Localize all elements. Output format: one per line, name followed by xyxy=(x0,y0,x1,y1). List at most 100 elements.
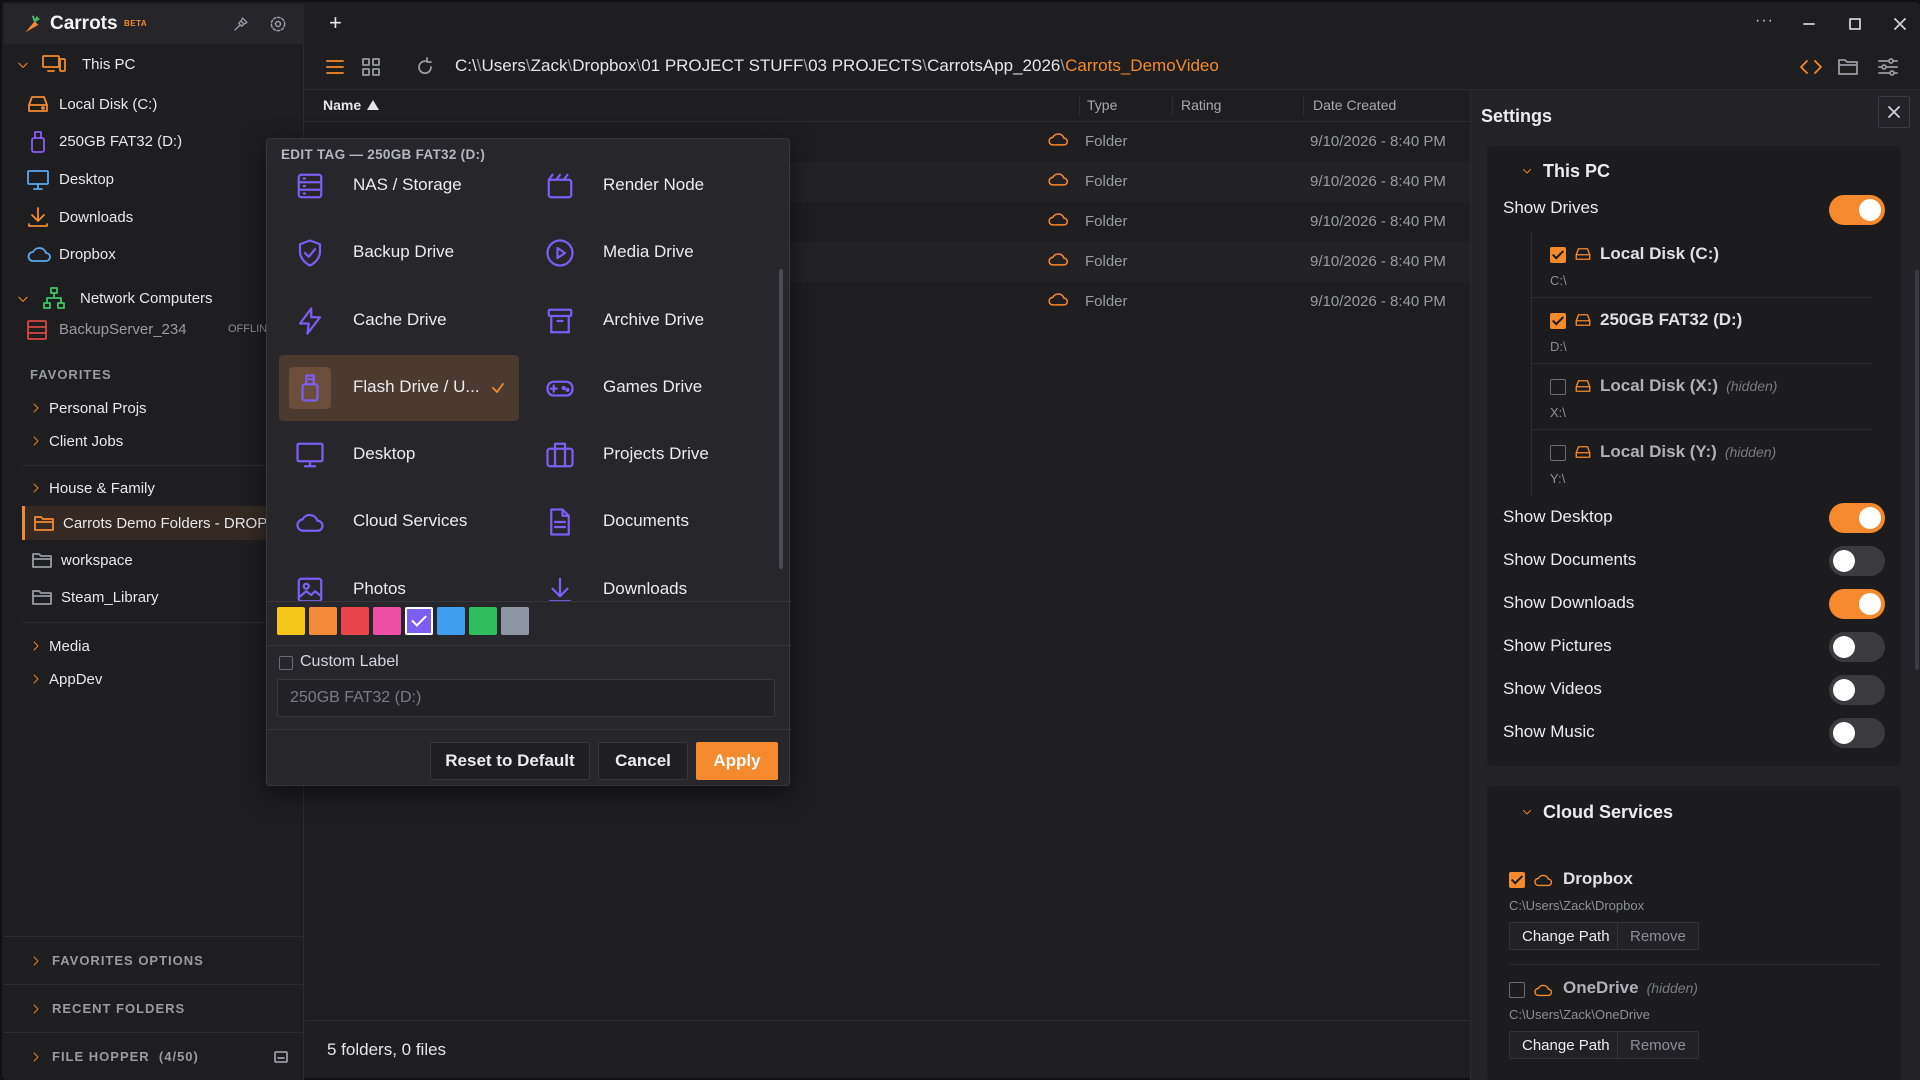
sidebar-item-drive-d[interactable]: 250GB FAT32 (D:) xyxy=(4,124,304,158)
breadcrumb-item[interactable]: C:\ xyxy=(455,56,477,75)
breadcrumb-item[interactable]: CarrotsApp_2026 xyxy=(927,56,1060,75)
gear-icon[interactable] xyxy=(268,14,288,34)
tag-option[interactable]: Cache Drive xyxy=(279,288,519,354)
favorite-folder[interactable]: workspace xyxy=(4,543,304,577)
chevron-down-icon[interactable] xyxy=(1521,165,1533,177)
column-header-date[interactable]: Date Created xyxy=(1313,90,1396,120)
tag-option[interactable]: Render Node xyxy=(529,161,769,219)
sidebar-item-dropbox[interactable]: Dropbox xyxy=(4,237,304,271)
favorite-group[interactable]: House & Family xyxy=(4,471,304,505)
sidebar-item-backup-server[interactable]: BackupServer_234 OFFLINE xyxy=(4,312,304,346)
reset-to-default-button[interactable]: Reset to Default xyxy=(430,742,590,780)
drive-checkbox[interactable] xyxy=(1550,445,1566,461)
close-icon[interactable] xyxy=(1893,17,1907,31)
favorite-folder[interactable]: Steam_Library xyxy=(4,580,304,614)
favorite-group[interactable]: Client Jobs xyxy=(4,424,304,458)
tag-option[interactable]: Desktop xyxy=(279,422,519,488)
color-swatch-pink[interactable] xyxy=(373,607,401,635)
breadcrumb-item[interactable]: Dropbox xyxy=(572,56,636,75)
cloud-checkbox[interactable] xyxy=(1509,872,1525,888)
tag-grid-scrollbar[interactable] xyxy=(779,269,783,569)
code-icon[interactable] xyxy=(1799,57,1823,77)
show-documents-toggle[interactable] xyxy=(1829,546,1885,576)
color-swatch-yellow[interactable] xyxy=(277,607,305,635)
show-desktop-toggle[interactable] xyxy=(1829,503,1885,533)
tag-option-selected[interactable]: Flash Drive / U... xyxy=(279,355,519,421)
breadcrumb-item[interactable]: 03 PROJECTS xyxy=(808,56,922,75)
color-swatch-gray[interactable] xyxy=(501,607,529,635)
show-music-label: Show Music xyxy=(1503,722,1595,741)
tag-option[interactable]: Downloads xyxy=(529,557,769,601)
column-header-type[interactable]: Type xyxy=(1087,90,1117,120)
close-settings-button[interactable] xyxy=(1878,96,1910,128)
drive-checkbox[interactable] xyxy=(1550,247,1566,263)
sidebar: Carrots BETA This PC Local Disk (C:) 250… xyxy=(4,4,304,1080)
more-options-button[interactable]: ··· xyxy=(1755,12,1774,30)
custom-label-checkbox[interactable] xyxy=(279,656,293,670)
favorite-folder-active[interactable]: Carrots Demo Folders - DROPBOX xyxy=(22,506,304,540)
show-music-toggle[interactable] xyxy=(1829,718,1885,748)
cloud-checkbox[interactable] xyxy=(1509,982,1525,998)
tag-option[interactable]: Games Drive xyxy=(529,355,769,421)
breadcrumb-item[interactable]: 01 PROJECT STUFF xyxy=(641,56,803,75)
cancel-button[interactable]: Cancel xyxy=(598,742,688,780)
sidebar-item-desktop[interactable]: Desktop xyxy=(4,162,304,196)
tag-option[interactable]: Cloud Services xyxy=(279,489,519,555)
sidebar-item-downloads[interactable]: Downloads xyxy=(4,200,304,234)
refresh-icon[interactable] xyxy=(415,57,435,77)
color-swatches xyxy=(277,607,529,635)
color-swatch-blue[interactable] xyxy=(437,607,465,635)
change-path-button[interactable]: Change Path xyxy=(1509,922,1623,950)
show-videos-toggle[interactable] xyxy=(1829,675,1885,705)
column-header-name[interactable]: Name xyxy=(323,90,380,120)
drive-checkbox[interactable] xyxy=(1550,379,1566,395)
color-swatch-red[interactable] xyxy=(341,607,369,635)
favorites-options[interactable]: FAVORITES OPTIONS xyxy=(4,936,304,984)
tag-option[interactable]: Backup Drive xyxy=(279,220,519,286)
sliders-icon[interactable] xyxy=(1877,57,1899,77)
color-swatch-green[interactable] xyxy=(469,607,497,635)
column-header-rating[interactable]: Rating xyxy=(1181,90,1221,120)
breadcrumb-item[interactable]: Zack xyxy=(531,56,568,75)
grid-view-icon[interactable] xyxy=(361,57,381,77)
show-pictures-toggle[interactable] xyxy=(1829,632,1885,662)
sidebar-item-this-pc[interactable]: This PC xyxy=(4,47,304,81)
tag-option[interactable]: Documents xyxy=(529,489,769,555)
minimize-panel-icon[interactable] xyxy=(274,1051,288,1063)
new-tab-button[interactable]: + xyxy=(329,10,342,36)
tag-label: Backup Drive xyxy=(353,242,455,261)
show-downloads-toggle[interactable] xyxy=(1829,589,1885,619)
apply-button[interactable]: Apply xyxy=(696,742,778,780)
color-swatch-orange[interactable] xyxy=(309,607,337,635)
minimize-icon[interactable] xyxy=(1802,17,1816,31)
list-view-icon[interactable] xyxy=(325,58,345,76)
remove-button[interactable]: Remove xyxy=(1617,922,1699,950)
breadcrumb-item[interactable]: Users xyxy=(481,56,525,75)
edit-tag-popover: EDIT TAG — 250GB FAT32 (D:) NAS / Storag… xyxy=(266,138,791,786)
sidebar-item-network[interactable]: Network Computers xyxy=(4,281,304,315)
sidebar-item-drive-c[interactable]: Local Disk (C:) xyxy=(4,87,304,121)
color-swatch-purple-selected[interactable] xyxy=(405,607,433,635)
change-path-button[interactable]: Change Path xyxy=(1509,1031,1623,1059)
custom-label-input[interactable]: 250GB FAT32 (D:) xyxy=(277,679,775,717)
recent-folders[interactable]: RECENT FOLDERS xyxy=(4,984,304,1032)
file-hopper[interactable]: FILE HOPPER (4/50) xyxy=(4,1032,304,1080)
settings-scrollbar[interactable] xyxy=(1915,270,1919,670)
drive-checkbox[interactable] xyxy=(1550,313,1566,329)
favorites-heading: FAVORITES xyxy=(30,367,112,382)
favorite-group[interactable]: Media xyxy=(4,629,304,663)
favorite-group[interactable]: AppDev xyxy=(4,662,304,696)
maximize-icon[interactable] xyxy=(1848,17,1862,31)
folder-open-icon[interactable] xyxy=(1837,57,1859,77)
tag-option[interactable]: Media Drive xyxy=(529,220,769,286)
chevron-down-icon[interactable] xyxy=(1521,806,1533,818)
tag-option[interactable]: Archive Drive xyxy=(529,288,769,354)
show-drives-toggle[interactable] xyxy=(1829,195,1885,225)
favorite-group[interactable]: Personal Projs xyxy=(4,391,304,425)
breadcrumb-current[interactable]: Carrots_DemoVideo xyxy=(1065,56,1219,75)
tag-option[interactable]: NAS / Storage xyxy=(279,161,519,219)
pin-icon[interactable] xyxy=(232,15,250,33)
remove-button[interactable]: Remove xyxy=(1617,1031,1699,1059)
tag-option[interactable]: Projects Drive xyxy=(529,422,769,488)
tag-option[interactable]: Photos xyxy=(279,557,519,601)
